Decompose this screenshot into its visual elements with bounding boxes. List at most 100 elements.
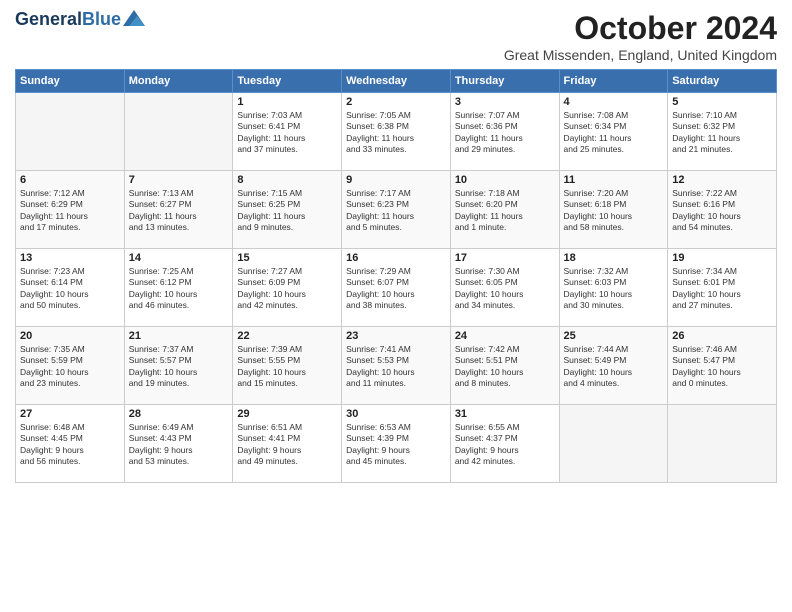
cell-text: Sunrise: 7:25 AM Sunset: 6:12 PM Dayligh… bbox=[129, 266, 229, 312]
day-number: 6 bbox=[20, 174, 120, 186]
calendar-cell: 24 Sunrise: 7:42 AM Sunset: 5:51 PM Dayli… bbox=[450, 327, 559, 405]
calendar-cell: 1 Sunrise: 7:03 AM Sunset: 6:41 PM Daylig… bbox=[233, 93, 342, 171]
calendar-cell: 18Sunrise: 7:32 AM Sunset: 6:03 PM Dayli… bbox=[559, 249, 668, 327]
day-number: 24 bbox=[455, 330, 555, 342]
cell-text: Sunrise: 7:27 AM Sunset: 6:09 PM Dayligh… bbox=[237, 266, 337, 312]
day-number: 17 bbox=[455, 252, 555, 264]
cell-text: Sunrise: 7:07 AM Sunset: 6:36 PM Dayligh… bbox=[455, 110, 555, 156]
calendar-cell: 23 Sunrise: 7:41 AM Sunset: 5:53 PM Dayli… bbox=[342, 327, 451, 405]
calendar-cell: 11Sunrise: 7:20 AM Sunset: 6:18 PM Dayli… bbox=[559, 171, 668, 249]
calendar-cell: 19 Sunrise: 7:34 AM Sunset: 6:01 PM Dayli… bbox=[668, 249, 777, 327]
day-number: 13 bbox=[20, 252, 120, 264]
weekday-header-row: SundayMondayTuesdayWednesdayThursdayFrid… bbox=[16, 70, 777, 93]
calendar-cell: 21 Sunrise: 7:37 AM Sunset: 5:57 PM Dayli… bbox=[124, 327, 233, 405]
calendar-cell: 7 Sunrise: 7:13 AM Sunset: 6:27 PM Daylig… bbox=[124, 171, 233, 249]
day-number: 7 bbox=[129, 174, 229, 186]
day-number: 21 bbox=[129, 330, 229, 342]
day-number: 3 bbox=[455, 96, 555, 108]
calendar-cell: 4 Sunrise: 7:08 AM Sunset: 6:34 PM Daylig… bbox=[559, 93, 668, 171]
calendar-cell bbox=[559, 405, 668, 483]
cell-text: Sunrise: 7:18 AM Sunset: 6:20 PM Dayligh… bbox=[455, 188, 555, 234]
calendar-cell: 22 Sunrise: 7:39 AM Sunset: 5:55 PM Dayli… bbox=[233, 327, 342, 405]
cell-text: Sunrise: 7:42 AM Sunset: 5:51 PM Dayligh… bbox=[455, 344, 555, 390]
weekday-header-wednesday: Wednesday bbox=[342, 70, 451, 93]
calendar-cell: 29Sunrise: 6:51 AM Sunset: 4:41 PM Dayli… bbox=[233, 405, 342, 483]
day-number: 31 bbox=[455, 408, 555, 420]
cell-text: Sunrise: 7:39 AM Sunset: 5:55 PM Dayligh… bbox=[237, 344, 337, 390]
cell-text: Sunrise: 7:10 AM Sunset: 6:32 PM Dayligh… bbox=[672, 110, 772, 156]
day-number: 25 bbox=[564, 330, 664, 342]
cell-text: Sunrise: 7:46 AM Sunset: 5:47 PM Dayligh… bbox=[672, 344, 772, 390]
cell-text: Sunrise: 7:15 AM Sunset: 6:25 PM Dayligh… bbox=[237, 188, 337, 234]
day-number: 19 bbox=[672, 252, 772, 264]
cell-text: Sunrise: 6:48 AM Sunset: 4:45 PM Dayligh… bbox=[20, 422, 120, 468]
day-number: 14 bbox=[129, 252, 229, 264]
cell-text: Sunrise: 6:49 AM Sunset: 4:43 PM Dayligh… bbox=[129, 422, 229, 468]
day-number: 2 bbox=[346, 96, 446, 108]
day-number: 15 bbox=[237, 252, 337, 264]
cell-text: Sunrise: 7:44 AM Sunset: 5:49 PM Dayligh… bbox=[564, 344, 664, 390]
day-number: 27 bbox=[20, 408, 120, 420]
cell-text: Sunrise: 7:29 AM Sunset: 6:07 PM Dayligh… bbox=[346, 266, 446, 312]
day-number: 29 bbox=[237, 408, 337, 420]
calendar-week-4: 20 Sunrise: 7:35 AM Sunset: 5:59 PM Dayli… bbox=[16, 327, 777, 405]
day-number: 1 bbox=[237, 96, 337, 108]
calendar-cell: 30Sunrise: 6:53 AM Sunset: 4:39 PM Dayli… bbox=[342, 405, 451, 483]
cell-text: Sunrise: 7:23 AM Sunset: 6:14 PM Dayligh… bbox=[20, 266, 120, 312]
day-number: 28 bbox=[129, 408, 229, 420]
cell-text: Sunrise: 6:55 AM Sunset: 4:37 PM Dayligh… bbox=[455, 422, 555, 468]
title-area: October 2024 Great Missenden, England, U… bbox=[504, 10, 777, 63]
calendar-cell: 2 Sunrise: 7:05 AM Sunset: 6:38 PM Daylig… bbox=[342, 93, 451, 171]
location: Great Missenden, England, United Kingdom bbox=[504, 47, 777, 63]
weekday-header-friday: Friday bbox=[559, 70, 668, 93]
cell-text: Sunrise: 7:12 AM Sunset: 6:29 PM Dayligh… bbox=[20, 188, 120, 234]
calendar-table: SundayMondayTuesdayWednesdayThursdayFrid… bbox=[15, 69, 777, 483]
calendar-cell bbox=[16, 93, 125, 171]
weekday-header-sunday: Sunday bbox=[16, 70, 125, 93]
cell-text: Sunrise: 7:41 AM Sunset: 5:53 PM Dayligh… bbox=[346, 344, 446, 390]
day-number: 11 bbox=[564, 174, 664, 186]
calendar-cell: 8 Sunrise: 7:15 AM Sunset: 6:25 PM Daylig… bbox=[233, 171, 342, 249]
calendar-cell: 31 Sunrise: 6:55 AM Sunset: 4:37 PM Dayli… bbox=[450, 405, 559, 483]
day-number: 12 bbox=[672, 174, 772, 186]
day-number: 8 bbox=[237, 174, 337, 186]
calendar-cell: 15 Sunrise: 7:27 AM Sunset: 6:09 PM Dayli… bbox=[233, 249, 342, 327]
day-number: 18 bbox=[564, 252, 664, 264]
cell-text: Sunrise: 7:17 AM Sunset: 6:23 PM Dayligh… bbox=[346, 188, 446, 234]
logo-text: GeneralBlue bbox=[15, 10, 121, 30]
day-number: 4 bbox=[564, 96, 664, 108]
cell-text: Sunrise: 7:13 AM Sunset: 6:27 PM Dayligh… bbox=[129, 188, 229, 234]
calendar-cell bbox=[668, 405, 777, 483]
calendar-cell: 3 Sunrise: 7:07 AM Sunset: 6:36 PM Daylig… bbox=[450, 93, 559, 171]
calendar-cell: 16 Sunrise: 7:29 AM Sunset: 6:07 PM Dayli… bbox=[342, 249, 451, 327]
cell-text: Sunrise: 6:53 AM Sunset: 4:39 PM Dayligh… bbox=[346, 422, 446, 468]
day-number: 22 bbox=[237, 330, 337, 342]
day-number: 23 bbox=[346, 330, 446, 342]
cell-text: Sunrise: 7:30 AM Sunset: 6:05 PM Dayligh… bbox=[455, 266, 555, 312]
weekday-header-saturday: Saturday bbox=[668, 70, 777, 93]
calendar-week-3: 13 Sunrise: 7:23 AM Sunset: 6:14 PM Dayli… bbox=[16, 249, 777, 327]
calendar-week-2: 6 Sunrise: 7:12 AM Sunset: 6:29 PM Daylig… bbox=[16, 171, 777, 249]
calendar-cell: 6 Sunrise: 7:12 AM Sunset: 6:29 PM Daylig… bbox=[16, 171, 125, 249]
calendar-week-5: 27 Sunrise: 6:48 AM Sunset: 4:45 PM Dayli… bbox=[16, 405, 777, 483]
cell-text: Sunrise: 7:34 AM Sunset: 6:01 PM Dayligh… bbox=[672, 266, 772, 312]
calendar-cell: 9 Sunrise: 7:17 AM Sunset: 6:23 PM Daylig… bbox=[342, 171, 451, 249]
day-number: 5 bbox=[672, 96, 772, 108]
logo: GeneralBlue bbox=[15, 10, 145, 30]
calendar-cell: 14 Sunrise: 7:25 AM Sunset: 6:12 PM Dayli… bbox=[124, 249, 233, 327]
day-number: 16 bbox=[346, 252, 446, 264]
calendar-cell bbox=[124, 93, 233, 171]
logo-icon bbox=[123, 10, 145, 26]
cell-text: Sunrise: 7:35 AM Sunset: 5:59 PM Dayligh… bbox=[20, 344, 120, 390]
cell-text: Sunrise: 7:05 AM Sunset: 6:38 PM Dayligh… bbox=[346, 110, 446, 156]
cell-text: Sunrise: 7:37 AM Sunset: 5:57 PM Dayligh… bbox=[129, 344, 229, 390]
calendar-cell: 10Sunrise: 7:18 AM Sunset: 6:20 PM Dayli… bbox=[450, 171, 559, 249]
day-number: 9 bbox=[346, 174, 446, 186]
day-number: 20 bbox=[20, 330, 120, 342]
calendar-cell: 13 Sunrise: 7:23 AM Sunset: 6:14 PM Dayli… bbox=[16, 249, 125, 327]
cell-text: Sunrise: 7:03 AM Sunset: 6:41 PM Dayligh… bbox=[237, 110, 337, 156]
month-title: October 2024 bbox=[504, 10, 777, 47]
calendar-cell: 5 Sunrise: 7:10 AM Sunset: 6:32 PM Daylig… bbox=[668, 93, 777, 171]
weekday-header-thursday: Thursday bbox=[450, 70, 559, 93]
cell-text: Sunrise: 7:08 AM Sunset: 6:34 PM Dayligh… bbox=[564, 110, 664, 156]
